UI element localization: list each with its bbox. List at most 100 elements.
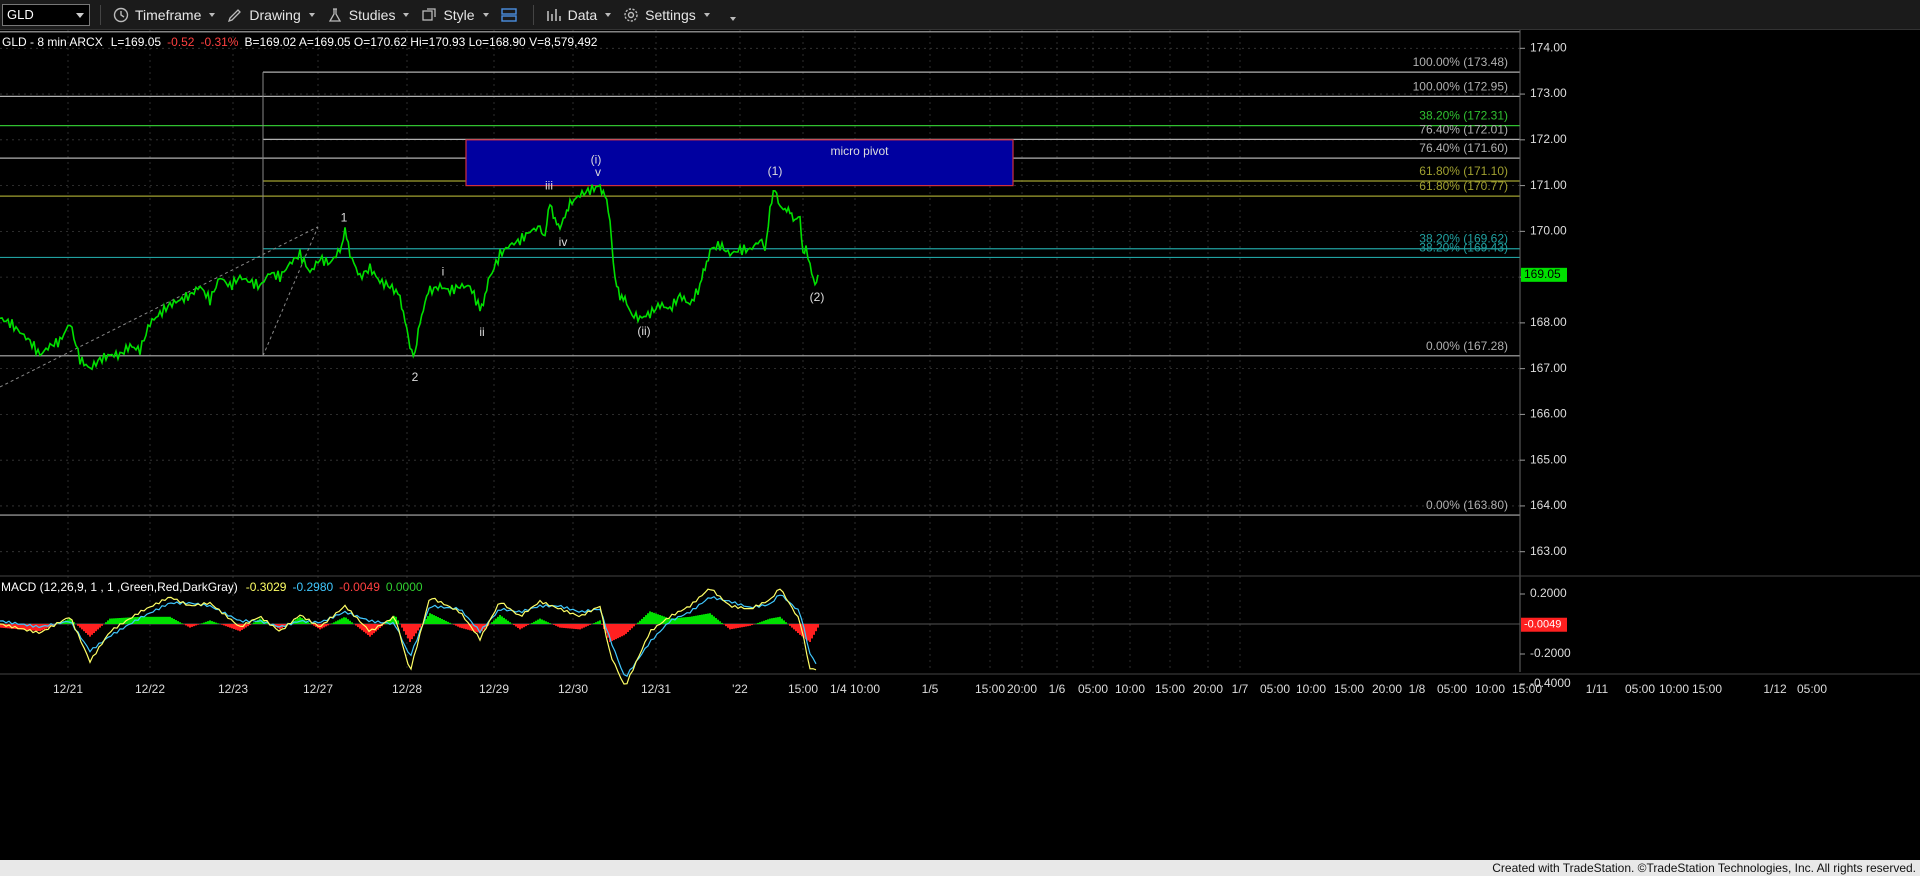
- flask-icon: [328, 7, 341, 22]
- time-tick-label: 1/8: [1409, 682, 1426, 696]
- last-price-label: 169.05: [1524, 267, 1561, 281]
- drawing-icon: [228, 8, 242, 22]
- wave-label: v: [595, 165, 601, 179]
- wave-label: iii: [545, 179, 553, 193]
- time-tick-label: 1/7: [1232, 682, 1249, 696]
- time-tick-label: 15:00: [1334, 682, 1364, 696]
- clock-icon: [113, 7, 129, 22]
- wave-label: (1): [768, 164, 783, 178]
- time-tick-label: 12/30: [558, 682, 588, 696]
- fib-label: 76.40% (172.01): [1419, 122, 1508, 136]
- price-tick-label: 170.00: [1530, 224, 1567, 238]
- time-tick-label: 12/29: [479, 682, 509, 696]
- price-tick-label: 166.00: [1530, 407, 1567, 421]
- time-tick-label: '22: [732, 682, 748, 696]
- fib-label: 0.00% (167.28): [1426, 339, 1508, 353]
- fib-label: 38.20% (169.43): [1419, 240, 1508, 254]
- net-change: -0.52: [167, 35, 195, 49]
- price-tick-label: 167.00: [1530, 361, 1567, 375]
- price-tick-label: 165.00: [1530, 452, 1567, 466]
- data-menu[interactable]: Data: [546, 7, 612, 23]
- symbol-value: GLD: [7, 7, 34, 22]
- time-tick-label: 15:00: [975, 682, 1005, 696]
- macd-header: MACD (12,26,9, 1 , 1 ,Green,Red,DarkGray…: [1, 580, 423, 594]
- time-tick-label: 15:00: [1692, 682, 1722, 696]
- timeframe-menu[interactable]: Timeframe: [113, 6, 216, 23]
- price-tick-label: 164.00: [1530, 498, 1567, 512]
- more-menu[interactable]: [722, 9, 736, 21]
- fib-label: 38.20% (172.31): [1419, 109, 1508, 123]
- time-tick-label: 05:00: [1625, 682, 1655, 696]
- price-tick-label: 173.00: [1530, 86, 1567, 100]
- chevron-down-icon: [729, 16, 736, 21]
- time-tick-label: 05:00: [1437, 682, 1467, 696]
- wave-label: 1: [341, 211, 348, 225]
- wave-label: (ii): [637, 324, 650, 338]
- time-tick-label: 1/5: [922, 682, 939, 696]
- macd-tick-label: -0.2000: [1530, 646, 1571, 660]
- time-tick-label: 1/4 10:00: [830, 682, 880, 696]
- time-tick-label: 12/22: [135, 682, 165, 696]
- time-tick-label: 15:00: [788, 682, 818, 696]
- price-tick-label: 174.00: [1530, 40, 1567, 54]
- time-tick-label: 10:00: [1115, 682, 1145, 696]
- gear-icon: [624, 7, 638, 22]
- data-label: Data: [567, 6, 598, 23]
- zero-value: 0.0000: [386, 580, 423, 594]
- timeframe-label: Timeframe: [135, 6, 202, 23]
- time-tick-label: 20:00: [1372, 682, 1402, 696]
- layout-icon: [500, 7, 517, 22]
- last-price: L=169.05: [111, 35, 162, 49]
- time-tick-label: 20:00: [1193, 682, 1223, 696]
- fib-label: 100.00% (172.95): [1413, 79, 1508, 93]
- layout-button[interactable]: [500, 7, 523, 23]
- chevron-down-icon: [209, 12, 216, 17]
- symbol-input[interactable]: GLD: [2, 3, 90, 26]
- chevron-down-icon: [403, 12, 410, 17]
- chevron-down-icon: [605, 12, 612, 17]
- wave-label: iv: [559, 235, 568, 249]
- chevron-down-icon: [308, 12, 315, 17]
- drawing-menu[interactable]: Drawing: [227, 6, 315, 23]
- style-icon: [422, 7, 437, 21]
- quote-details: B=169.02 A=169.05 O=170.62 Hi=170.93 Lo=…: [244, 35, 597, 49]
- time-tick-label: 12/27: [303, 682, 333, 696]
- fib-label: 61.80% (171.10): [1419, 164, 1508, 178]
- signal-value: -0.2980: [292, 580, 333, 594]
- toolbar-divider: [532, 4, 534, 25]
- time-tick-label: 05:00: [1797, 682, 1827, 696]
- settings-menu[interactable]: Settings: [623, 7, 710, 23]
- time-tick-label: 10:00: [1296, 682, 1326, 696]
- fib-label: 61.80% (170.77): [1419, 179, 1508, 193]
- studies-menu[interactable]: Studies: [327, 7, 410, 23]
- time-tick-label: 1/11: [1586, 682, 1609, 696]
- data-icon: [546, 8, 561, 21]
- price-tick-label: 172.00: [1530, 132, 1567, 146]
- fib-label: 100.00% (173.48): [1413, 55, 1508, 69]
- copyright-text: Created with TradeStation. ©TradeStation…: [1492, 861, 1916, 875]
- drawing-label: Drawing: [249, 6, 301, 23]
- price-chart[interactable]: 123.60% (174.36)100.00% (173.48)100.00% …: [0, 30, 1920, 860]
- wave-label: i: [442, 265, 445, 279]
- settings-label: Settings: [645, 6, 696, 23]
- wave-label: ii: [479, 325, 484, 339]
- style-label: Style: [443, 6, 475, 23]
- fib-label: 76.40% (171.60): [1419, 141, 1508, 155]
- time-tick-label: 05:00: [1260, 682, 1290, 696]
- price-tick-label: 163.00: [1530, 544, 1567, 558]
- time-tick-label: 20:00: [1007, 682, 1037, 696]
- time-tick-label: 15:00: [1155, 682, 1185, 696]
- zone-label: micro pivot: [830, 144, 889, 158]
- time-tick-label: 05:00: [1078, 682, 1108, 696]
- chart-toolbar: GLD Timeframe Drawing Studies Style Data…: [0, 0, 1920, 30]
- macd-last-label: -0.0049: [1524, 619, 1561, 631]
- time-tick-label: 10:00: [1475, 682, 1505, 696]
- hist-value: -0.0049: [339, 580, 380, 594]
- wave-label: 2: [412, 370, 419, 384]
- chevron-down-icon: [482, 12, 489, 17]
- time-tick-label: 15:00: [1512, 682, 1542, 696]
- chevron-down-icon[interactable]: [76, 12, 84, 18]
- pct-change: -0.31%: [200, 35, 238, 49]
- style-menu[interactable]: Style: [421, 6, 489, 23]
- status-bar: Created with TradeStation. ©TradeStation…: [0, 860, 1920, 876]
